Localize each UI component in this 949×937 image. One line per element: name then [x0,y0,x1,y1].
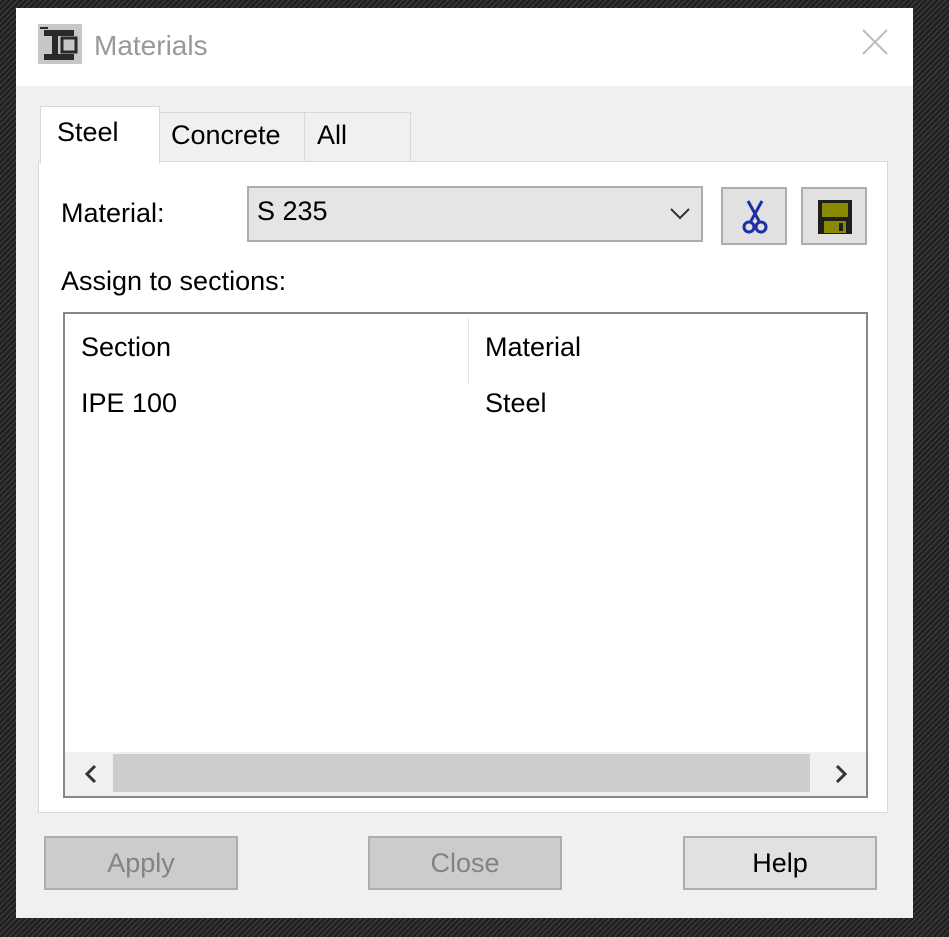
close-button[interactable]: Close [368,836,562,890]
cell-material: Steel [485,388,547,418]
apply-button[interactable]: Apply [44,836,238,890]
steel-tab-panel: Material: S 235 Assign to sections: Sect… [38,161,888,813]
save-button[interactable] [801,187,867,245]
horizontal-scrollbar[interactable] [65,752,866,796]
scrollbar-thumb[interactable] [113,754,810,792]
material-dropdown[interactable]: S 235 [247,186,703,242]
chevron-left-icon[interactable] [79,762,103,786]
column-header-material[interactable]: Material [485,332,581,363]
tab-concrete[interactable]: Concrete [158,112,306,162]
chevron-down-icon[interactable] [669,206,691,222]
close-icon[interactable] [859,26,891,58]
assign-to-sections-label: Assign to sections: [61,266,287,296]
material-label: Material: [61,198,165,228]
cell-section: IPE 100 [81,388,178,418]
title-bar: Materials [16,8,913,86]
cut-button[interactable] [721,187,787,245]
material-dropdown-value: S 235 [257,196,328,226]
column-header-section[interactable]: Section [81,332,171,363]
help-button[interactable]: Help [683,836,877,890]
sections-list[interactable]: Section Material IPE 100 Steel [63,312,868,798]
chevron-right-icon[interactable] [829,762,853,786]
scissors-icon [741,199,769,240]
tab-all[interactable]: All [304,112,411,162]
window-title: Materials [94,30,208,61]
materials-dialog: Materials Steel Concrete All Material: S… [16,8,913,918]
table-row[interactable]: IPE 100 Steel [65,384,866,428]
column-separator[interactable] [468,318,469,384]
tab-steel[interactable]: Steel [40,106,160,164]
floppy-disk-icon [817,199,853,240]
beam-section-icon [38,24,82,64]
